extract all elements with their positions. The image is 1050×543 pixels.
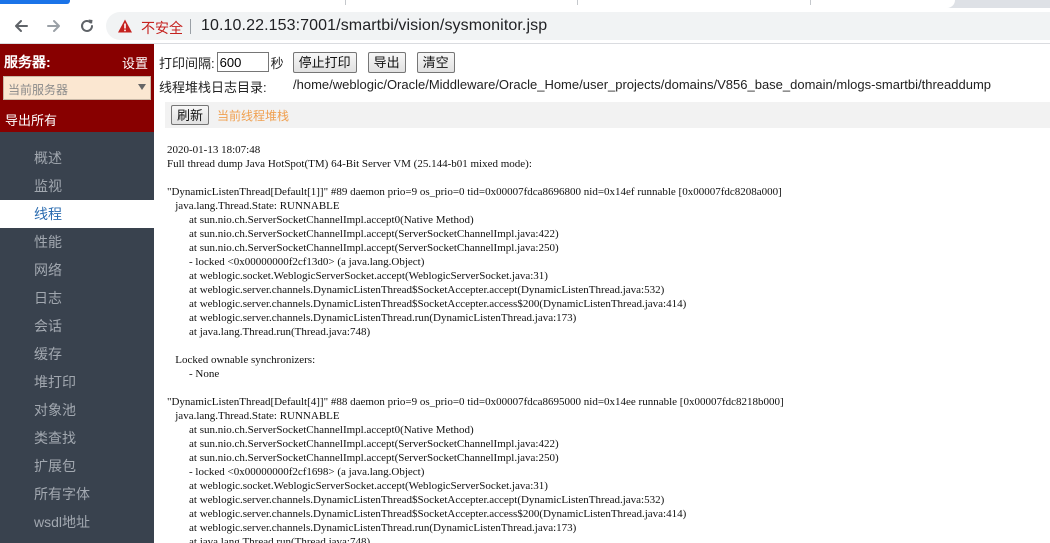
export-button[interactable]: 导出 [367,51,406,73]
stop-print-button[interactable]: 停止打印 [292,51,357,73]
dump-line: - None [167,368,220,380]
sidebar-item-cache[interactable]: 缓存 [0,340,154,368]
tab-current-thread-stack[interactable]: 当前线程堆栈 [217,107,289,124]
dump-line: - locked <0x00000000f2cf13d0> (a java.la… [167,256,425,268]
dump-directory-path: /home/weblogic/Oracle/Middleware/Oracle_… [293,77,992,92]
sidebar-header: 服务器: 设置 当前服务器 导出所有 [0,44,154,132]
dump-line: at weblogic.server.channels.DynamicListe… [167,522,577,534]
interval-input[interactable] [216,52,269,72]
chevron-down-icon [138,84,146,90]
sidebar-item-extensions[interactable]: 扩展包 [0,452,154,480]
server-title: 服务器: [4,54,51,70]
dump-line: Locked ownable synchronizers: [167,354,316,366]
export-all-link[interactable]: 导出所有 [5,110,57,129]
main-content: 打印间隔: 秒 停止打印 导出 清空 线程堆栈日志目录: /home/weblo… [154,44,1050,543]
tab-divider [810,0,811,5]
sidebar-item-fonts[interactable]: 所有字体 [0,480,154,508]
dump-line: at sun.nio.ch.ServerSocketChannelImpl.ac… [167,242,559,254]
dump-line: "DynamicListenThread[Default[1]]" #89 da… [167,186,782,198]
sidebar-item-wsdl[interactable]: wsdl地址 [0,508,154,536]
arrow-left-icon [15,20,28,32]
sidebar-item-heap-dump[interactable]: 堆打印 [0,368,154,396]
divider [190,19,191,34]
dump-line: at sun.nio.ch.ServerSocketChannelImpl.ac… [167,214,474,226]
address-bar[interactable]: 不安全 10.10.22.153:7001/smartbi/vision/sys… [106,12,1050,40]
sidebar-item-class-lookup[interactable]: 类查找 [0,424,154,452]
sidebar-item-threads[interactable]: 线程 [0,200,154,228]
dump-line: at sun.nio.ch.ServerSocketChannelImpl.ac… [167,452,559,464]
dump-line: at weblogic.socket.WeblogicServerSocket.… [167,480,548,492]
thread-dump-output: 2020-01-13 18:07:48 Full thread dump Java… [167,143,784,543]
sidebar-item-object-pool[interactable]: 对象池 [0,396,154,424]
dump-line [167,339,784,353]
dump-line [167,381,784,395]
dump-line: "DynamicListenThread[Default[4]]" #88 da… [167,396,784,408]
dump-line: at java.lang.Thread.run(Thread.java:748) [167,326,371,338]
tab-divider [577,0,578,5]
dump-line [167,171,784,185]
dump-directory-row: 线程堆栈日志目录: /home/weblogic/Oracle/Middlewa… [159,77,991,96]
refresh-button[interactable]: 刷新 [171,105,210,125]
back-button[interactable] [9,14,33,38]
sidebar-item-overview[interactable]: 概述 [0,144,154,172]
browser-tab-active[interactable] [0,0,955,8]
server-select[interactable]: 当前服务器 [3,76,151,100]
reload-icon [81,19,93,32]
server-select-value: 当前服务器 [8,83,69,97]
dump-line: at weblogic.socket.WeblogicServerSocket.… [167,270,548,282]
dump-line: Full thread dump Java HotSpot(TM) 64-Bit… [167,158,532,170]
sidebar-item-sessions[interactable]: 会话 [0,312,154,340]
sidebar-item-logs[interactable]: 日志 [0,284,154,312]
dump-directory-label: 线程堆栈日志目录: [159,80,267,95]
url-text[interactable]: 10.10.22.153:7001/smartbi/vision/sysmoni… [201,17,547,35]
browser-toolbar: 不安全 10.10.22.153:7001/smartbi/vision/sys… [0,8,1050,44]
dump-line: at weblogic.server.channels.DynamicListe… [167,494,665,506]
warning-icon[interactable] [117,18,133,34]
sidebar-item-performance[interactable]: 性能 [0,228,154,256]
interval-label: 打印间隔: [159,55,215,71]
dump-line: 2020-01-13 18:07:48 [167,144,261,156]
sidebar-item-network[interactable]: 网络 [0,256,154,284]
tab-highlight [0,0,70,4]
tab-divider [345,0,346,5]
dump-line: at weblogic.server.channels.DynamicListe… [167,508,687,520]
browser-tab-strip [0,0,1050,8]
dump-line: at weblogic.server.channels.DynamicListe… [167,284,665,296]
interval-unit-label: 秒 [270,55,284,71]
dump-line: at weblogic.server.channels.DynamicListe… [167,298,687,310]
dump-line: at sun.nio.ch.ServerSocketChannelImpl.ac… [167,438,559,450]
clear-button[interactable]: 清空 [416,51,455,73]
dump-line: java.lang.Thread.State: RUNNABLE [167,200,340,212]
dump-line: java.lang.Thread.State: RUNNABLE [167,410,340,422]
arrow-right-icon [47,20,60,32]
reload-button[interactable] [75,14,99,38]
sidebar-nav: 概述 监视 线程 性能 网络 日志 会话 缓存 堆打印 对象池 类查找 扩展包 … [0,144,154,536]
security-status-label[interactable]: 不安全 [141,18,183,38]
forward-button[interactable] [42,14,66,38]
settings-link[interactable]: 设置 [122,53,148,72]
dump-line: - locked <0x00000000f2cf1698> (a java.la… [167,466,425,478]
dump-line: at weblogic.server.channels.DynamicListe… [167,312,577,324]
thread-toolbar: 刷新 当前线程堆栈 [165,102,1050,128]
sidebar: 服务器: 设置 当前服务器 导出所有 概述 监视 线程 性能 网络 日志 会话 … [0,44,154,543]
print-controls: 打印间隔: 秒 停止打印 导出 清空 [159,51,455,73]
dump-line: at sun.nio.ch.ServerSocketChannelImpl.ac… [167,228,559,240]
dump-line: at java.lang.Thread.run(Thread.java:748) [167,536,371,543]
dump-line: at sun.nio.ch.ServerSocketChannelImpl.ac… [167,424,474,436]
sidebar-item-monitor[interactable]: 监视 [0,172,154,200]
